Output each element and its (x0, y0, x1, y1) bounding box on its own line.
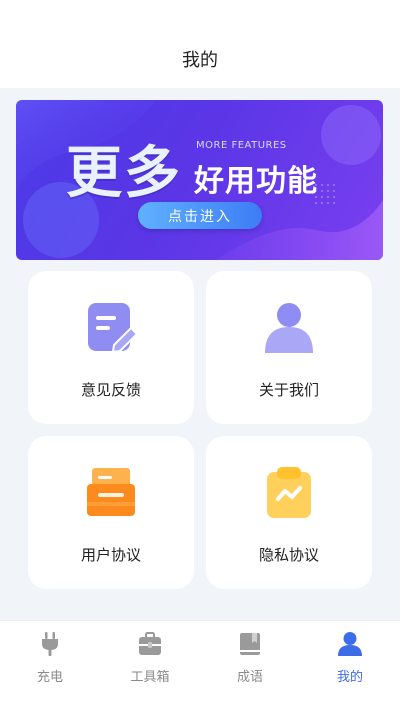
feedback-label: 意见反馈 (80, 381, 141, 399)
clipboard-chart-icon (267, 467, 311, 518)
tab-toolbox-label: 工具箱 (130, 670, 170, 685)
tab-idioms[interactable]: 成语 (200, 621, 300, 711)
banner-en-text: MORE FEATURES (196, 140, 287, 151)
privacy-agreement-card[interactable]: 隐私协议 (206, 436, 372, 589)
about-us-label: 关于我们 (258, 381, 319, 399)
bottom-tab-bar: 充电 工具箱 成语 我的 (0, 620, 400, 711)
more-features-banner[interactable]: 更多 MORE FEATURES 好用功能 点击进入 (16, 100, 383, 260)
header: 我的 (0, 0, 400, 88)
user-agreement-label: 用户协议 (80, 546, 141, 564)
tab-mine[interactable]: 我的 (300, 621, 400, 711)
user-agreement-card[interactable]: 用户协议 (28, 436, 194, 589)
tab-idioms-label: 成语 (236, 670, 263, 685)
user-icon (265, 303, 313, 353)
enter-button[interactable]: 点击进入 (138, 202, 262, 229)
tab-charging-label: 充电 (36, 670, 63, 685)
banner-big-text: 更多 (66, 141, 182, 206)
book-icon (240, 633, 260, 655)
feedback-icon (88, 303, 138, 354)
privacy-agreement-label: 隐私协议 (258, 546, 319, 564)
tab-toolbox[interactable]: 工具箱 (100, 621, 200, 711)
toolbox-icon (139, 632, 161, 655)
tab-charging[interactable]: 充电 (0, 621, 100, 711)
archive-box-icon (87, 468, 135, 516)
page-title: 我的 (182, 50, 218, 71)
about-us-card[interactable]: 关于我们 (206, 271, 372, 424)
banner-sub-text: 好用功能 (194, 164, 318, 199)
tab-mine-label: 我的 (336, 670, 363, 685)
feedback-card[interactable]: 意见反馈 (28, 271, 194, 424)
person-icon (338, 632, 362, 656)
plug-icon (42, 632, 58, 656)
